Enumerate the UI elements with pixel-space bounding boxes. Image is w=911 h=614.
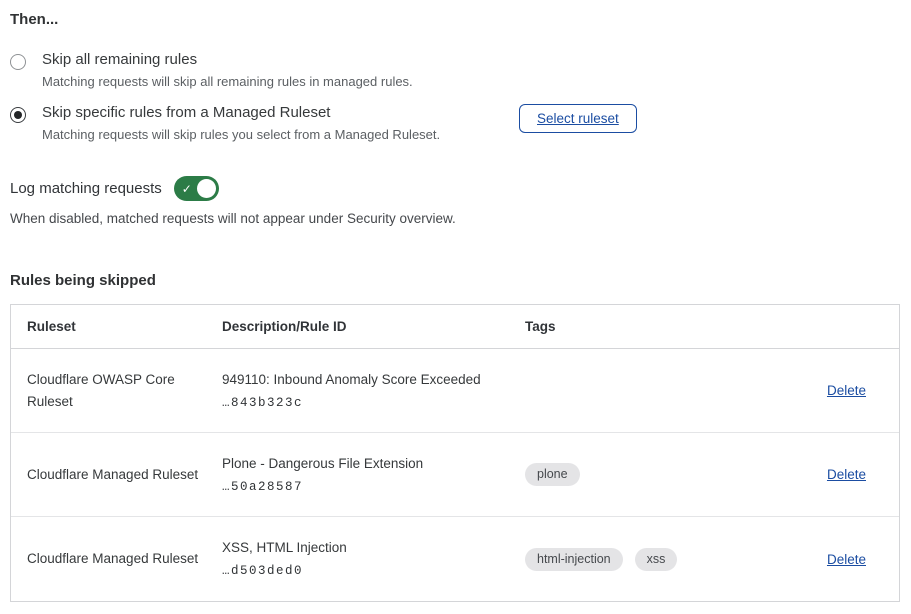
waf-skip-rule-panel: Then... Skip all remaining rules Matchin… [0, 0, 911, 602]
option-skip-all-remaining: Skip all remaining rules Matching reques… [10, 51, 900, 89]
tag-pill: plone [525, 463, 580, 486]
rule-id: …843b323c [222, 396, 525, 410]
rules-table: Ruleset Description/Rule ID Tags Cloudfl… [10, 304, 900, 602]
then-heading: Then... [10, 11, 900, 28]
option-skip-specific-rules: Skip specific rules from a Managed Rules… [10, 104, 900, 142]
tags-cell: html-injection xss [525, 548, 790, 571]
tag-pill: xss [635, 548, 678, 571]
ruleset-cell: Cloudflare OWASP Core Ruleset [27, 369, 222, 412]
column-header-tags: Tags [525, 319, 790, 334]
column-header-ruleset: Ruleset [27, 319, 222, 334]
rules-being-skipped-heading: Rules being skipped [10, 272, 900, 289]
toggle-knob [197, 179, 216, 198]
log-matching-label: Log matching requests [10, 180, 162, 197]
rule-description: 949110: Inbound Anomaly Score Exceeded [222, 372, 525, 387]
radio-dot [14, 111, 22, 119]
check-icon: ✓ [182, 182, 192, 194]
select-ruleset-button[interactable]: Select ruleset [519, 104, 637, 133]
table-row: Cloudflare OWASP Core Ruleset 949110: In… [11, 349, 899, 433]
rule-id: …d503ded0 [222, 564, 525, 578]
rule-description: Plone - Dangerous File Extension [222, 456, 525, 471]
delete-link[interactable]: Delete [827, 552, 866, 567]
radio-dot [14, 58, 22, 66]
option-desc-skip-all: Matching requests will skip all remainin… [42, 74, 519, 89]
log-matching-toggle[interactable]: ✓ [174, 176, 219, 201]
log-matching-description: When disabled, matched requests will not… [10, 211, 900, 226]
rules-table-body: Cloudflare OWASP Core Ruleset 949110: In… [11, 349, 899, 601]
option-label-skip-all: Skip all remaining rules [42, 51, 519, 68]
tag-pill: html-injection [525, 548, 623, 571]
rules-table-header: Ruleset Description/Rule ID Tags [11, 305, 899, 349]
tags-cell: plone [525, 463, 790, 486]
ruleset-cell: Cloudflare Managed Ruleset [27, 464, 222, 486]
delete-link[interactable]: Delete [827, 467, 866, 482]
radio-skip-specific-rules[interactable] [10, 107, 26, 123]
option-desc-skip-specific: Matching requests will skip rules you se… [42, 127, 519, 142]
column-header-description: Description/Rule ID [222, 319, 525, 334]
delete-link[interactable]: Delete [827, 383, 866, 398]
option-label-skip-specific: Skip specific rules from a Managed Rules… [42, 104, 519, 121]
ruleset-cell: Cloudflare Managed Ruleset [27, 548, 222, 570]
log-matching-section: Log matching requests ✓ When disabled, m… [10, 176, 900, 226]
rule-description: XSS, HTML Injection [222, 540, 525, 555]
radio-skip-all-remaining[interactable] [10, 54, 26, 70]
table-row: Cloudflare Managed Ruleset Plone - Dange… [11, 433, 899, 517]
rule-id: …50a28587 [222, 480, 525, 494]
table-row: Cloudflare Managed Ruleset XSS, HTML Inj… [11, 517, 899, 601]
